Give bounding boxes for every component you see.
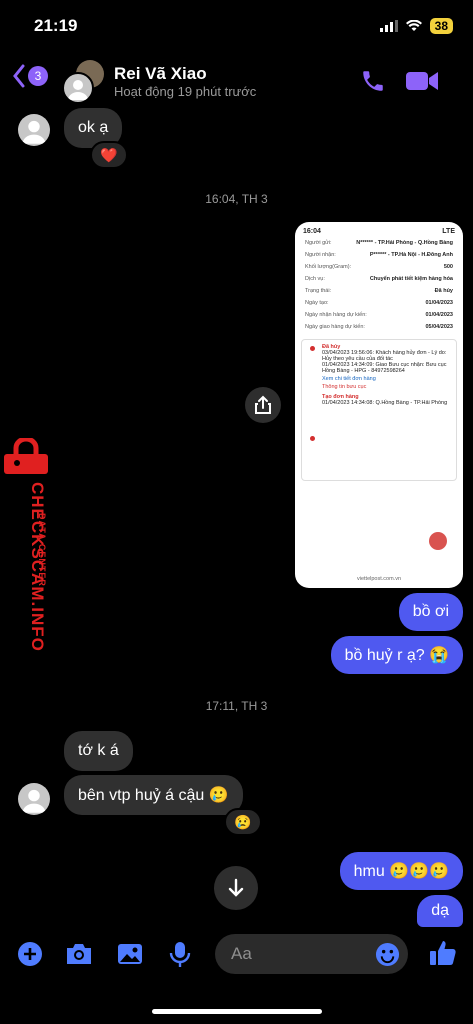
sender-avatar[interactable]	[18, 114, 50, 146]
screenshot-row: Khối lượng(Gram): 500	[295, 261, 463, 273]
outgoing-message[interactable]: hmu 🥲🥲🥲	[339, 852, 463, 890]
chevron-left-icon	[13, 64, 25, 88]
lock-icon	[4, 436, 48, 474]
outgoing-message[interactable]: bồ ơi	[398, 593, 463, 631]
screenshot-time: 16:04	[303, 228, 321, 235]
screenshot-label: Ngày nhận hàng dự kiến:	[305, 312, 367, 318]
message-reaction[interactable]: 😢	[224, 808, 262, 836]
timeline-text: 01/04/2023 14:34:08: Q.Hồng Bàng - TP.Hả…	[322, 400, 448, 406]
screenshot-row: Ngày giao hàng dự kiến: 05/04/2023	[295, 321, 463, 333]
camera-icon	[67, 944, 91, 964]
status-time: 21:19	[34, 16, 78, 35]
screenshot-status-bar: 16:04 LTE	[295, 222, 463, 237]
timestamp: 16:04, TH 3	[205, 192, 268, 206]
sender-avatar[interactable]	[18, 783, 50, 815]
message-reaction[interactable]: ❤️	[90, 141, 128, 169]
screenshot-value: Chuyển phát tiết kiệm hàng hóa	[369, 276, 453, 282]
composer-bar: Aa	[0, 930, 473, 982]
person-icon	[68, 80, 88, 100]
timeline-dot	[310, 346, 315, 351]
incoming-message[interactable]: tớ k á	[64, 731, 133, 771]
screenshot-row: Ngày tạo: 01/04/2023	[295, 297, 463, 309]
active-status: Hoạt động 19 phút trước	[114, 84, 257, 99]
message-input-placeholder: Aa	[231, 944, 252, 963]
screenshot-label: Người gửi:	[305, 240, 332, 246]
timeline-link: Xem chi tiết đơn hàng	[322, 376, 376, 382]
battery-level: 38	[429, 18, 453, 34]
screenshot-value: 01/04/2023	[425, 300, 453, 306]
phone-icon	[363, 71, 383, 91]
screenshot-row: Người gửi: N****** - TP.Hải Phòng - Q.Hồn…	[295, 237, 463, 249]
signal-icon	[379, 20, 398, 32]
share-icon	[255, 395, 271, 414]
home-indicator	[152, 1009, 322, 1014]
voice-button[interactable]	[168, 940, 192, 973]
screenshot-value: Đã hủy	[434, 288, 453, 294]
screenshot-label: Trạng thái:	[305, 288, 332, 294]
screenshot-label: Khối lượng(Gram):	[305, 264, 352, 270]
message-input[interactable]: Aa	[215, 934, 408, 974]
timestamp: 17:11, TH 3	[205, 699, 268, 713]
video-call-button[interactable]	[405, 68, 439, 99]
person-icon	[22, 789, 46, 813]
emoji-icon[interactable]	[375, 942, 400, 967]
wifi-icon	[405, 20, 422, 31]
screenshot-value: P****** - TP.Hà Nội - H.Đông Anh	[369, 252, 453, 258]
screenshot-value: 500	[443, 264, 453, 270]
screenshot-value: N****** - TP.Hải Phòng - Q.Hồng Bàng	[356, 240, 453, 246]
phone-call-button[interactable]	[360, 68, 386, 99]
outgoing-message[interactable]: bồ huỷ r ạ? 😭	[330, 636, 463, 674]
gallery-button[interactable]	[116, 940, 144, 973]
timeline-text: 03/04/2023 19:56:06: Khách hàng hủy đơn …	[322, 350, 447, 362]
timeline-dot	[310, 436, 315, 441]
like-button[interactable]	[428, 938, 458, 973]
outgoing-message[interactable]: dạ	[417, 895, 463, 927]
watermark: CHECKSCAM.INFO DATA CENTER	[2, 436, 52, 668]
thumbs-up-icon	[430, 941, 456, 965]
back-button[interactable]: 3	[12, 64, 48, 88]
screenshot-row: Người nhận: P****** - TP.Hà Nội - H.Đông …	[295, 249, 463, 261]
screenshot-label: Ngày giao hàng dự kiến:	[305, 324, 365, 330]
screenshot-value: 01/04/2023	[425, 312, 453, 318]
screenshot-label: Người nhận:	[305, 252, 336, 258]
timeline-text: 01/04/2023 14:34:09: Giao Bưu cục nhận: …	[322, 362, 447, 374]
image-icon	[118, 944, 142, 964]
add-button[interactable]	[16, 940, 44, 973]
screenshot-row: Ngày nhận hàng dự kiến: 01/04/2023	[295, 309, 463, 321]
timeline-link: Thông tin bưu cục	[322, 384, 367, 390]
shared-screenshot-image[interactable]: 16:04 LTE Người gửi: N****** - TP.Hải Phò…	[295, 222, 463, 588]
unread-count-badge: 3	[28, 66, 48, 86]
plus-circle-icon	[18, 942, 42, 966]
screenshot-value: 05/04/2023	[425, 324, 453, 330]
screenshot-network: LTE	[442, 228, 455, 235]
chat-fab-icon	[429, 532, 447, 550]
screenshot-row: Dịch vụ: Chuyển phát tiết kiệm hàng hóa	[295, 273, 463, 285]
screenshot-row: Trạng thái: Đã hủy	[295, 285, 463, 297]
screenshot-timeline: Đã hủy 03/04/2023 19:56:06: Khách hàng h…	[301, 339, 457, 481]
video-camera-icon	[406, 72, 438, 90]
contact-name[interactable]: Rei Vã Xiao	[114, 64, 207, 84]
share-button[interactable]	[245, 387, 281, 423]
microphone-icon	[169, 942, 191, 967]
watermark-sub: DATA CENTER	[37, 513, 47, 587]
screenshot-label: Ngày tạo:	[305, 300, 329, 306]
scroll-to-bottom-button[interactable]	[214, 866, 258, 910]
camera-button[interactable]	[64, 940, 94, 973]
screenshot-footer: viettelpost.com.vn	[356, 576, 402, 582]
person-icon	[22, 120, 46, 144]
contact-avatar[interactable]	[62, 60, 104, 104]
screenshot-label: Dịch vụ:	[305, 276, 325, 282]
status-icons: 38	[379, 18, 453, 34]
avatar-placeholder	[62, 72, 94, 104]
incoming-message[interactable]: bên vtp huỷ á cậu 🥲	[64, 775, 243, 815]
arrow-down-icon	[228, 878, 244, 897]
